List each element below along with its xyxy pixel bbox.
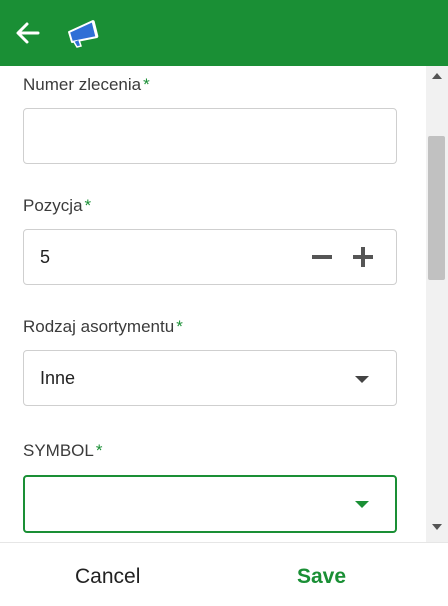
caret-down-icon <box>355 376 369 383</box>
scroll-up-icon[interactable] <box>432 73 442 79</box>
megaphone-icon <box>68 20 99 48</box>
arrow-left-icon[interactable] <box>14 19 42 47</box>
required-mark: * <box>95 441 103 460</box>
cancel-button[interactable]: Cancel <box>75 565 140 589</box>
assortment-type-value: Inne <box>40 368 76 388</box>
order-number-field[interactable] <box>23 108 397 164</box>
position-stepper[interactable]: 5 <box>23 229 397 285</box>
position-label: Pozycja * <box>23 196 92 215</box>
required-mark: * <box>143 75 150 94</box>
assortment-type-label: Rodzaj asortymentu * <box>23 317 183 336</box>
plus-icon[interactable] <box>350 244 376 270</box>
save-button[interactable]: Save <box>297 565 346 589</box>
form-scroll-area: Numer zlecenia * Pozycja * 5 Rodzaj asorty… <box>0 66 426 542</box>
required-mark: * <box>176 317 183 336</box>
scroll-down-icon[interactable] <box>432 524 442 530</box>
assortment-type-select[interactable]: Inne <box>23 350 397 406</box>
scrollbar-thumb[interactable] <box>428 136 445 280</box>
symbol-label: SYMBOL * <box>23 441 103 460</box>
app-header <box>0 0 448 66</box>
required-mark: * <box>84 196 92 215</box>
symbol-select[interactable] <box>23 475 397 533</box>
caret-down-icon <box>355 501 369 508</box>
action-bar: Cancel Save <box>0 542 448 606</box>
position-value: 5 <box>40 247 51 267</box>
scrollbar[interactable] <box>426 66 448 542</box>
minus-icon[interactable] <box>309 244 335 270</box>
order-number-label: Numer zlecenia * <box>23 75 150 94</box>
